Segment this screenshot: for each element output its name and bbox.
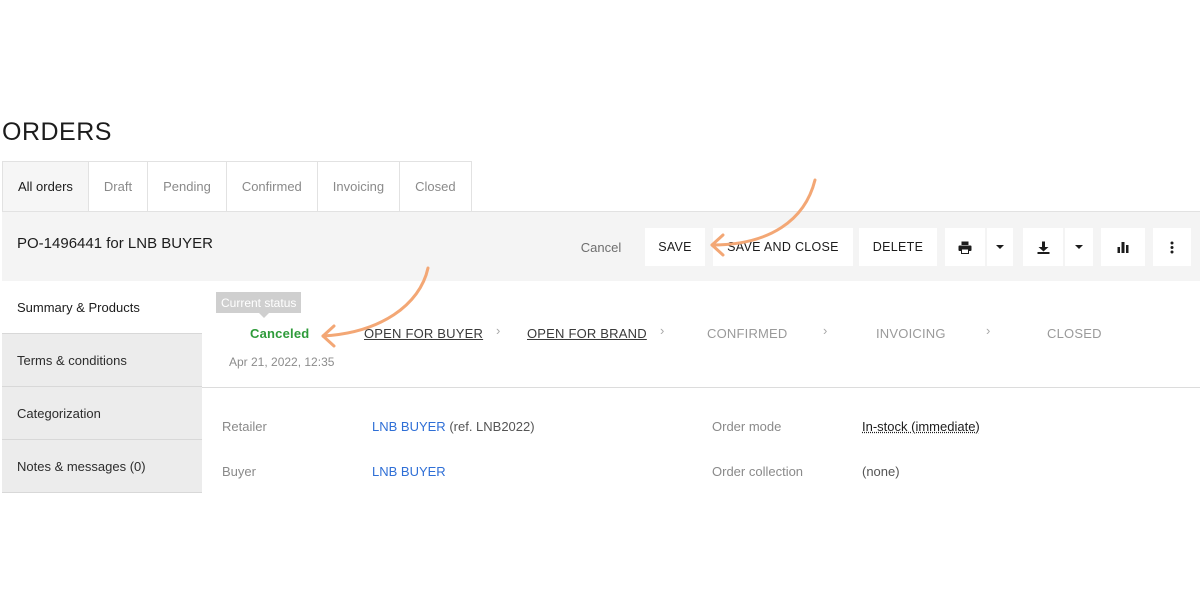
sidebar-item-terms-conditions[interactable]: Terms & conditions [2,334,202,387]
tab-confirmed[interactable]: Confirmed [226,162,318,212]
tab-invoicing[interactable]: Invoicing [317,162,401,212]
download-dropdown-button[interactable] [1065,228,1093,266]
order-title: PO-1496441 for LNB BUYER [17,235,213,252]
tab-all-orders[interactable]: All orders [3,162,89,212]
chevron-right-icon: › [986,323,991,338]
buyer-link[interactable]: LNB BUYER [372,464,446,479]
chevron-right-icon: › [823,323,828,338]
status-date: Apr 21, 2022, 12:35 [229,355,335,369]
save-button[interactable]: SAVE [645,228,705,266]
more-vertical-icon [1170,241,1174,253]
chevron-right-icon: › [660,323,665,338]
annotation-arrowhead-status [321,324,336,348]
download-icon [1037,241,1049,254]
download-button[interactable] [1023,228,1063,266]
delete-button[interactable]: DELETE [859,228,937,266]
status-step-confirmed: CONFIRMED [707,326,788,341]
order-header-bar: PO-1496441 for LNB BUYER Cancel SAVE SAV… [2,211,1200,281]
bar-chart-icon [1117,242,1128,253]
cancel-button[interactable]: Cancel [569,228,633,266]
status-step-open-for-brand[interactable]: OPEN FOR BRAND [527,326,647,341]
page-title: ORDERS [2,118,112,146]
print-button[interactable] [945,228,985,266]
tab-closed[interactable]: Closed [400,162,472,212]
divider [202,387,1200,388]
sidebar-item-summary-products[interactable]: Summary & Products [2,281,202,334]
orders-page: ORDERS All orders Draft Pending Confirme… [0,0,1200,600]
printer-icon [958,241,972,254]
order-tabs: All orders Draft Pending Confirmed Invoi… [2,161,472,212]
tab-pending[interactable]: Pending [148,162,227,212]
retailer-ref: (ref. LNB2022) [445,419,535,434]
chevron-down-icon [996,245,1004,249]
sidebar-item-categorization[interactable]: Categorization [2,387,202,440]
current-status-tooltip: Current status [216,292,302,318]
retailer-label: Retailer [222,419,267,434]
order-collection-value: (none) [862,464,900,479]
more-options-button[interactable] [1153,228,1191,266]
retailer-link[interactable]: LNB BUYER [372,419,446,434]
print-dropdown-button[interactable] [987,228,1013,266]
status-current: Canceled [250,326,310,341]
chevron-right-icon: › [496,323,501,338]
order-collection-label: Order collection [712,464,804,479]
order-mode-value[interactable]: In-stock (immediate) [862,419,980,434]
buyer-label: Buyer [222,464,256,479]
order-mode-label: Order mode [712,419,782,434]
retailer-value: LNB BUYER (ref. LNB2022) [372,419,535,434]
status-step-invoicing: INVOICING [876,326,946,341]
tab-draft[interactable]: Draft [88,162,149,212]
chevron-down-icon [1075,245,1083,249]
status-step-open-for-buyer[interactable]: OPEN FOR BUYER [364,326,483,341]
save-and-close-button[interactable]: SAVE AND CLOSE [713,228,853,266]
order-sidebar: Summary & Products Terms & conditions Ca… [2,281,202,493]
sidebar-item-notes-messages[interactable]: Notes & messages (0) [2,440,202,493]
statistics-button[interactable] [1101,228,1145,266]
status-step-closed: CLOSED [1047,326,1102,341]
